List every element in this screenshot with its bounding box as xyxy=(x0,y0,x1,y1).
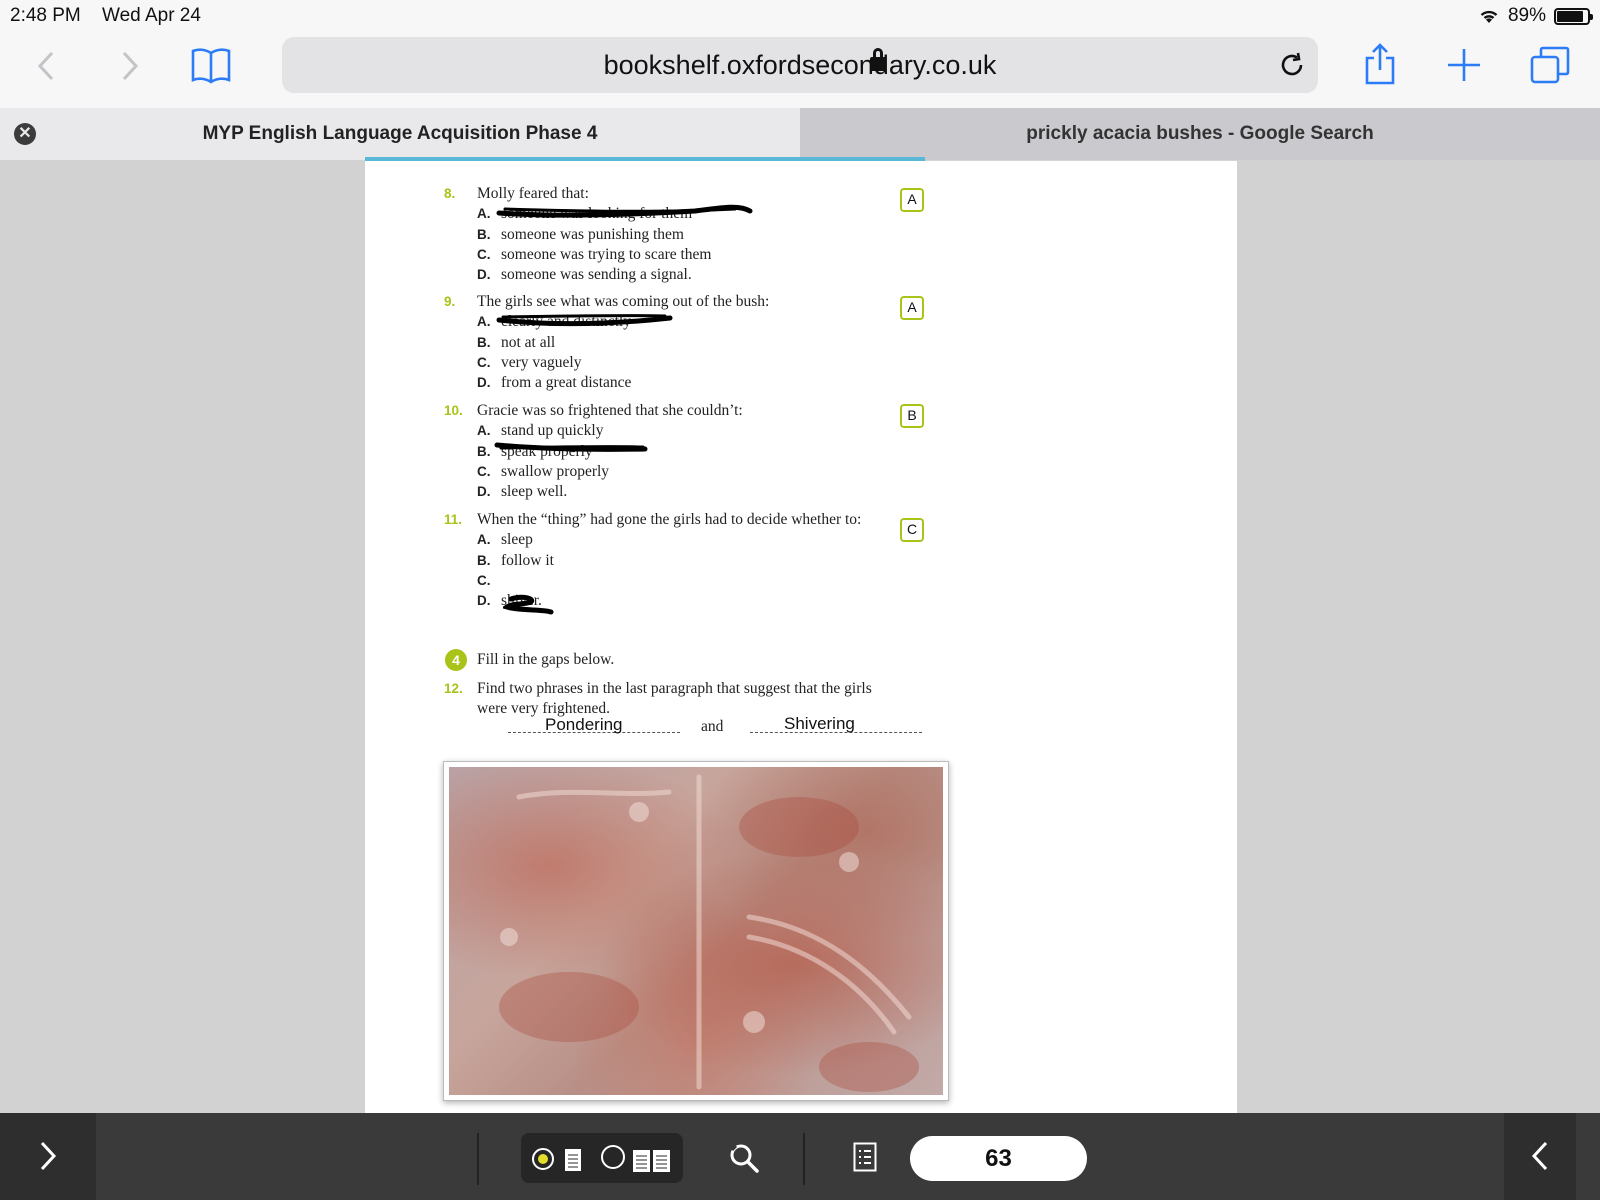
table-of-contents-icon[interactable] xyxy=(853,1142,877,1172)
section-badge: 4 xyxy=(445,649,467,671)
expand-left-button[interactable] xyxy=(1504,1113,1576,1200)
battery-percent: 89% xyxy=(1507,5,1546,26)
battery-icon xyxy=(1554,7,1593,25)
question-number: 11. xyxy=(444,512,463,527)
answer-box[interactable]: B xyxy=(900,404,924,428)
question-11: 11. When the “thing” had gone the girls … xyxy=(444,510,917,611)
new-tab-icon[interactable] xyxy=(1447,48,1481,82)
option-b: B. not at all xyxy=(477,333,556,351)
reload-icon[interactable] xyxy=(1278,51,1306,79)
option-d: D. someone was sending a signal. xyxy=(477,266,692,284)
forward-icon[interactable] xyxy=(118,50,140,82)
tab-bar: ✕ MYP English Language Acquisition Phase… xyxy=(0,108,1600,160)
tab-title: prickly acacia bushes - Google Search xyxy=(1026,123,1374,144)
answer-box[interactable]: C xyxy=(900,518,924,542)
tab-myp-english[interactable]: ✕ MYP English Language Acquisition Phase… xyxy=(0,108,800,160)
single-page-mode-icon[interactable] xyxy=(531,1145,587,1173)
question-prompt: The girls see what was coming out of the… xyxy=(477,293,770,310)
address-bar[interactable]: bookshelf.oxfordsecondary.co.uk xyxy=(282,37,1318,93)
option-c: C. someone was trying to scare them xyxy=(477,245,712,263)
option-d: D. shiver. xyxy=(477,592,542,610)
browser-toolbar: bookshelf.oxfordsecondary.co.uk xyxy=(0,32,1600,108)
option-d: D. from a great distance xyxy=(477,374,632,392)
question-prompt: Gracie was so frightened that she couldn… xyxy=(477,402,743,419)
url-text: bookshelf.oxfordsecondary.co.uk xyxy=(603,50,997,80)
option-b: B. someone was punishing them xyxy=(477,225,684,243)
tab-google-search[interactable]: prickly acacia bushes - Google Search xyxy=(800,108,1600,160)
option-a: A. sleep xyxy=(477,531,533,549)
option-b: B. follow it xyxy=(477,551,554,569)
tab-title: MYP English Language Acquisition Phase 4 xyxy=(202,123,598,144)
question-prompt: Molly feared that: xyxy=(477,185,589,202)
status-time: 2:48 PM xyxy=(10,5,81,26)
option-a: A. someone was looking for them xyxy=(477,205,693,223)
option-d: D. sleep well. xyxy=(477,483,568,501)
status-date: Wed Apr 24 xyxy=(102,5,201,26)
question-9: 9. The girls see what was coming out of … xyxy=(444,292,917,393)
chevron-left-icon xyxy=(1531,1141,1548,1171)
option-c: C. swallow properly xyxy=(477,462,610,480)
bookmarks-icon[interactable] xyxy=(190,46,232,84)
question-8: 8. Molly feared that: A. someone was look… xyxy=(444,184,917,285)
option-c: C. very vaguely xyxy=(477,353,582,371)
option-a: A. clearly and distinctly xyxy=(477,313,631,331)
divider xyxy=(803,1133,805,1185)
question-number: 8. xyxy=(444,186,456,201)
gap-answer-2: Shivering xyxy=(784,714,855,733)
page-number-field[interactable]: 63 xyxy=(910,1136,1087,1181)
gap-answer-1: Pondering xyxy=(545,715,623,734)
chevron-right-icon xyxy=(40,1141,57,1171)
question-prompt: When the “thing” had gone the girls had … xyxy=(477,511,862,528)
search-icon[interactable] xyxy=(728,1142,760,1174)
option-a: A. stand up quickly xyxy=(477,422,604,440)
double-page-mode-icon[interactable] xyxy=(601,1145,675,1173)
option-c: C. xyxy=(477,572,491,588)
option-b: B. speak properly xyxy=(477,442,593,460)
question-number: 10. xyxy=(444,403,463,418)
question-number: 9. xyxy=(444,294,456,309)
back-icon[interactable] xyxy=(36,50,58,82)
reader-bottom-bar: 63 xyxy=(0,1113,1600,1200)
book-page: 8. Molly feared that: A. someone was look… xyxy=(365,161,1237,1113)
rock-art-photo xyxy=(443,761,949,1101)
divider xyxy=(477,1133,479,1185)
joiner-text: and xyxy=(701,718,724,735)
question-number: 12. xyxy=(444,681,463,696)
answer-box[interactable]: A xyxy=(900,296,924,320)
status-right: 89% xyxy=(1478,5,1593,27)
share-icon[interactable] xyxy=(1364,42,1396,86)
wifi-icon xyxy=(1480,10,1498,23)
tabs-overview-icon[interactable] xyxy=(1530,46,1570,84)
question-10: 10. Gracie was so frightened that she co… xyxy=(444,401,917,502)
answer-box[interactable]: A xyxy=(900,188,924,212)
page-mode-toggle xyxy=(521,1133,683,1183)
close-tab-icon[interactable]: ✕ xyxy=(14,123,36,145)
section-instruction: Fill in the gaps below. xyxy=(477,651,615,668)
expand-right-button[interactable] xyxy=(0,1113,96,1200)
status-bar: 2:48 PM Wed Apr 24 89% xyxy=(0,0,1600,32)
